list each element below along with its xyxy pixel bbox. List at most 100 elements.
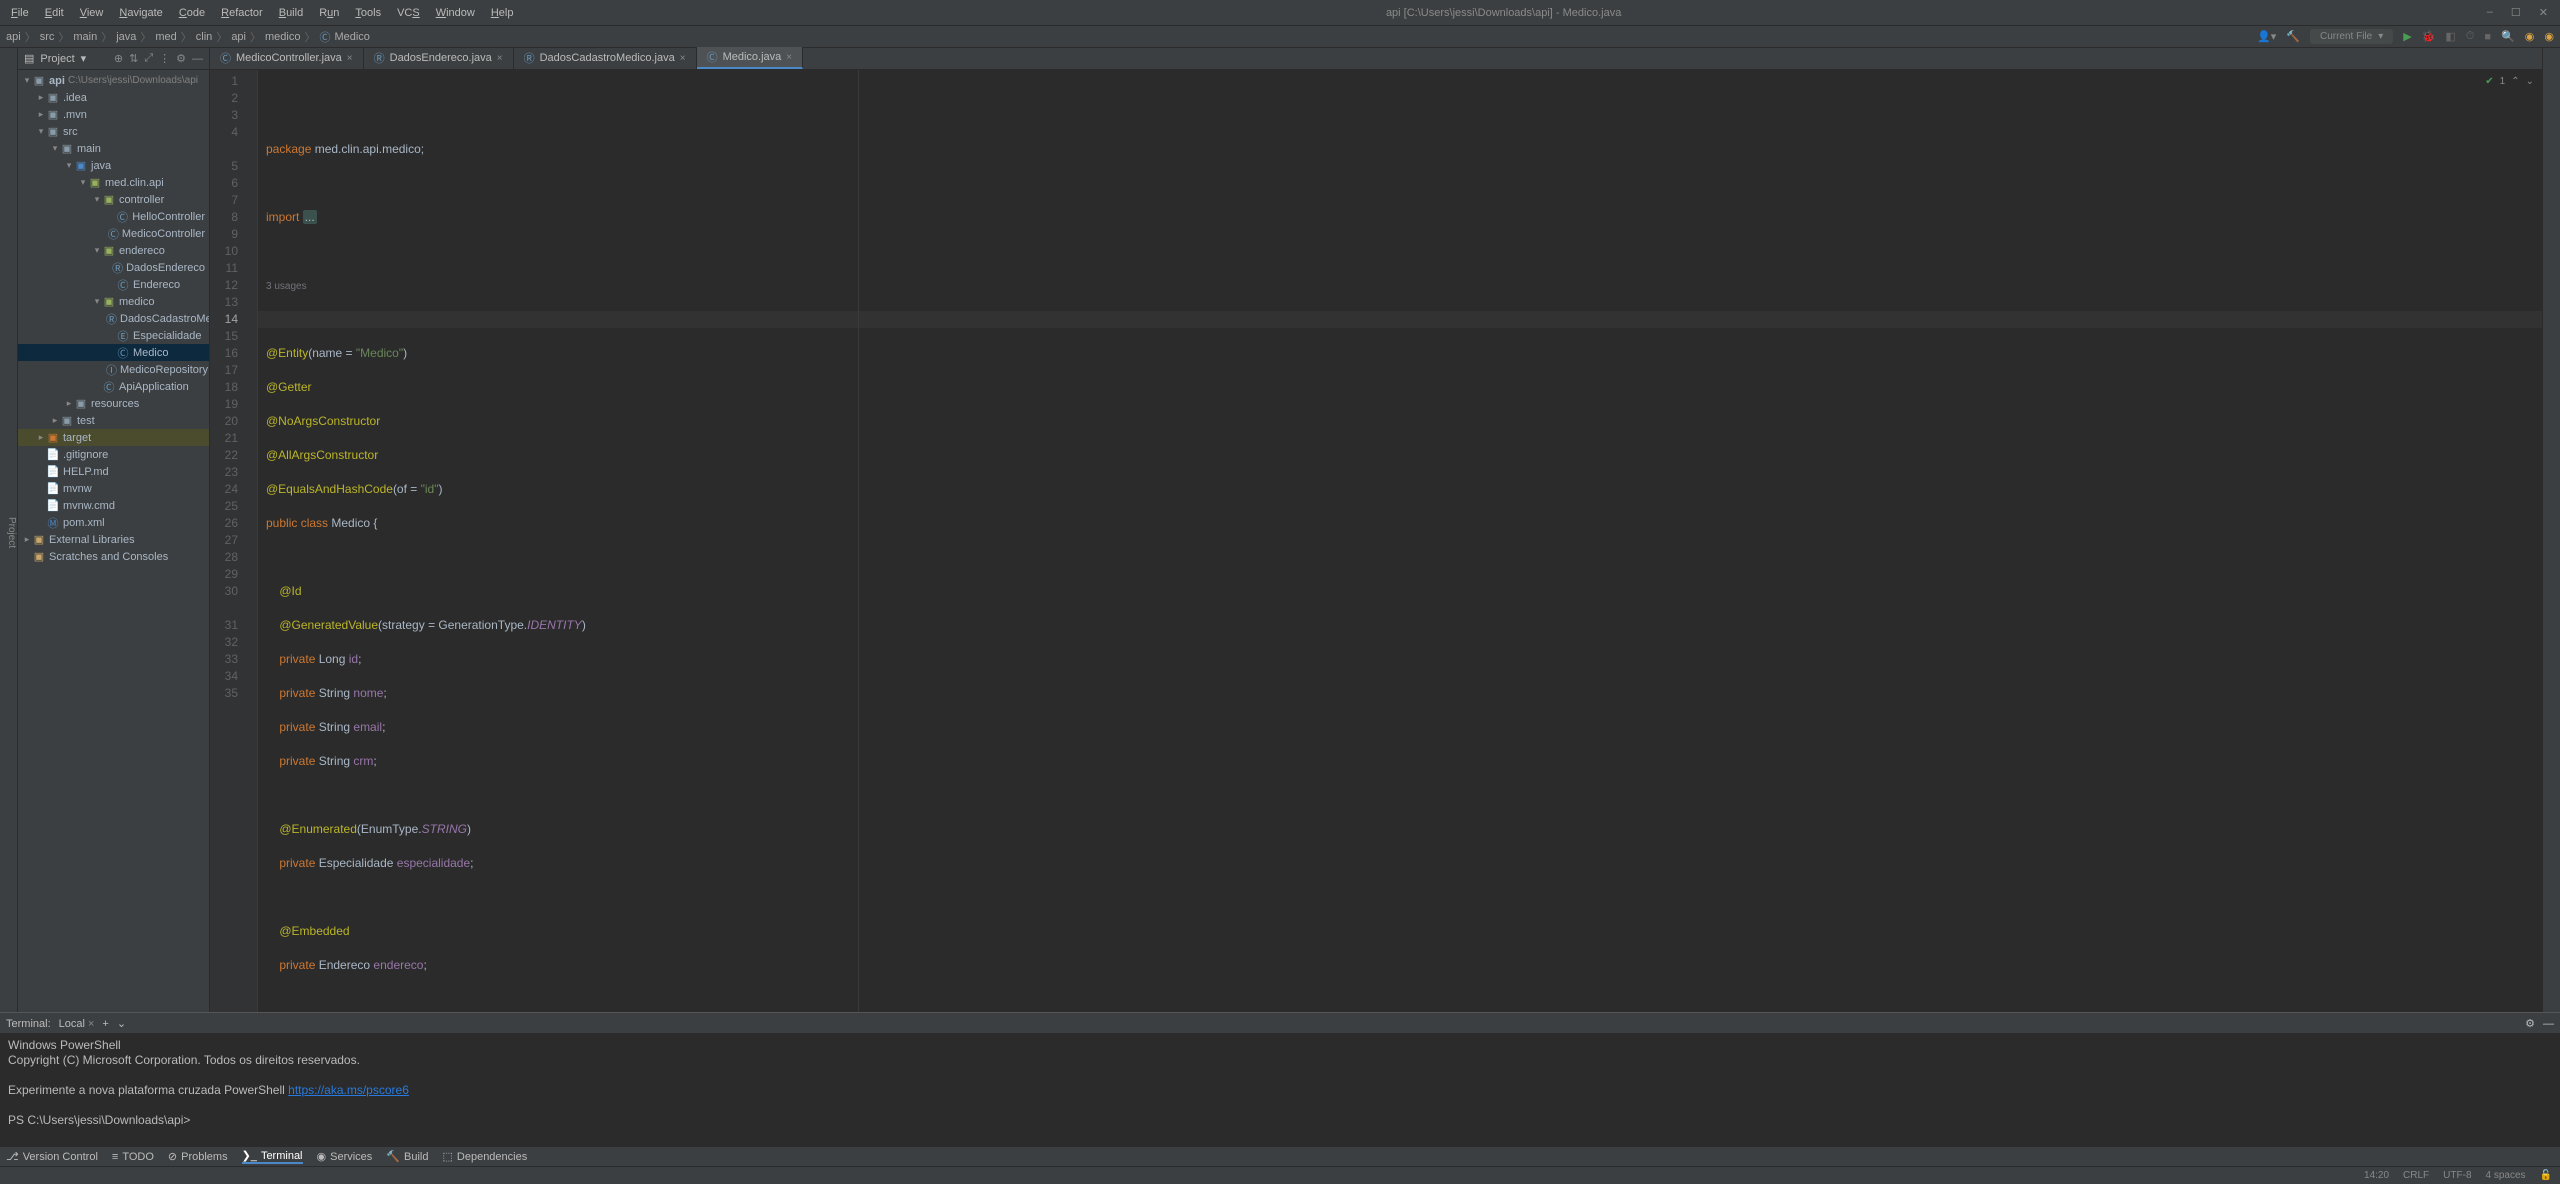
tree-node[interactable]: ▾▣main [18,140,209,157]
tree-node[interactable]: ▾▣src [18,123,209,140]
tree-node[interactable]: ⓇDadosEndereco [18,259,209,276]
collapse-icon[interactable]: ⤢ [144,52,153,65]
tree-node[interactable]: ▸▣.idea [18,89,209,106]
tree-node[interactable]: 📄mvnw.cmd [18,497,209,514]
tree-node[interactable]: ⒾMedicoRepository [18,361,209,378]
options-icon[interactable]: ⋮ [159,52,170,65]
terminal-hide-icon[interactable]: — [2543,1018,2554,1030]
tree-node[interactable]: ▾▣controller [18,191,209,208]
profile-icon[interactable]: ⏱ [2466,30,2475,43]
caret-position[interactable]: 14:20 [2364,1170,2389,1181]
tab[interactable]: ⓇDadosEndereco.java× [364,47,514,69]
tool-terminal[interactable]: ❯_Terminal [242,1149,303,1164]
tool-dependencies[interactable]: ⬚Dependencies [442,1150,527,1163]
minimize-button[interactable]: – [2487,6,2493,19]
menu-file[interactable]: File [4,4,36,22]
lock-icon[interactable]: 🔓 [2540,1170,2552,1181]
crumb[interactable]: java [116,31,136,43]
stop-icon[interactable]: ■ [2484,31,2491,43]
indent[interactable]: 4 spaces [2486,1170,2526,1181]
tree-node[interactable]: ▸▣target [18,429,209,446]
tool-services[interactable]: ◉Services [317,1150,373,1163]
debug-icon[interactable]: 🐞 [2422,30,2436,43]
maximize-button[interactable]: ☐ [2511,6,2521,19]
crumb[interactable]: clin [196,31,213,43]
close-icon[interactable]: × [347,53,353,64]
tree-node[interactable]: 📄.gitignore [18,446,209,463]
menu-code[interactable]: Code [172,4,212,22]
user-icon[interactable]: 👤▾ [2257,30,2276,43]
tree-node[interactable]: ⒸApiApplication [18,378,209,395]
project-tree[interactable]: ▾▣api C:\Users\jessi\Downloads\api ▸▣.id… [18,70,209,1012]
close-icon[interactable]: × [786,52,792,63]
tab-active[interactable]: ⒸMedico.java× [697,47,804,69]
menu-view[interactable]: View [73,4,111,22]
breadcrumb[interactable]: api〉 src〉 main〉 java〉 med〉 clin〉 api〉 me… [6,29,370,45]
menu-vcs[interactable]: VCS [390,4,427,22]
tree-node[interactable]: ▾▣med.clin.api [18,174,209,191]
tree-node[interactable]: ▾▣java [18,157,209,174]
menu-navigate[interactable]: Navigate [112,4,169,22]
crumb[interactable]: src [40,31,55,43]
run-config-selector[interactable]: Current File▾ [2310,29,2393,44]
crumb[interactable]: Medico [334,31,369,43]
search-icon[interactable]: 🔍 [2501,30,2515,43]
tree-node[interactable]: Ⓜpom.xml [18,514,209,531]
project-tool-button[interactable]: Project [0,48,18,1012]
tree-node[interactable]: ⒸHelloController [18,208,209,225]
locate-icon[interactable]: ⊕ [114,52,123,65]
notifications-icon[interactable]: ◉ [2544,30,2554,43]
tree-node[interactable]: ⒸMedicoController [18,225,209,242]
source-text[interactable]: ✔1⌃⌄ package med.clin.api.medico; import… [258,70,2542,1012]
tree-node[interactable]: ▾▣endereco [18,242,209,259]
crumb[interactable]: api [6,31,21,43]
tool-build[interactable]: 🔨Build [386,1150,428,1163]
menu-tools[interactable]: Tools [348,4,388,22]
terminal-settings-icon[interactable]: ⚙ [2525,1017,2535,1030]
tree-node[interactable]: 📄HELP.md [18,463,209,480]
tree-node[interactable]: ▸▣External Libraries [18,531,209,548]
tree-node[interactable]: ▣Scratches and Consoles [18,548,209,565]
tool-problems[interactable]: ⊘Problems [168,1150,228,1163]
tree-node[interactable]: ⒸEndereco [18,276,209,293]
menu-edit[interactable]: Edit [38,4,71,22]
build-icon[interactable]: 🔨 [2286,30,2300,43]
menu-refactor[interactable]: Refactor [214,4,270,22]
code-editor[interactable]: 1234 56789101112131415161718192021222324… [210,70,2542,1012]
tree-node[interactable]: ▸▣.mvn [18,106,209,123]
crumb[interactable]: main [73,31,97,43]
run-icon[interactable]: ▶ [2403,30,2411,43]
inspection-widget[interactable]: ✔1⌃⌄ [2485,73,2534,90]
terminal-link[interactable]: https://aka.ms/pscore6 [288,1083,409,1097]
crumb[interactable]: medico [265,31,300,43]
tool-todo[interactable]: ≡TODO [112,1151,154,1163]
crumb[interactable]: med [155,31,176,43]
tree-root[interactable]: ▾▣api C:\Users\jessi\Downloads\api [18,72,209,89]
tree-node[interactable]: ▾▣medico [18,293,209,310]
tree-node-selected[interactable]: ⒸMedico [18,344,209,361]
close-button[interactable]: ✕ [2539,6,2548,19]
encoding[interactable]: UTF-8 [2443,1170,2471,1181]
tree-node[interactable]: 📄mvnw [18,480,209,497]
menu-help[interactable]: Help [484,4,521,22]
close-icon[interactable]: × [680,53,686,64]
hide-icon[interactable]: — [192,53,203,65]
terminal-tab[interactable]: Local × [59,1018,95,1030]
menu-window[interactable]: Window [429,4,482,22]
menu-build[interactable]: Build [272,4,310,22]
expand-icon[interactable]: ⇅ [129,52,138,65]
menu-run[interactable]: Run [312,4,346,22]
close-icon[interactable]: × [497,53,503,64]
line-sep[interactable]: CRLF [2403,1170,2429,1181]
tab[interactable]: ⒸMedicoController.java× [210,47,364,69]
coverage-icon[interactable]: ◧ [2445,30,2455,43]
settings-icon[interactable]: ⚙ [176,52,186,65]
terminal-output[interactable]: Windows PowerShell Copyright (C) Microso… [0,1034,2560,1146]
terminal-dropdown-icon[interactable]: ⌄ [117,1017,126,1030]
tree-node[interactable]: ⒺEspecialidade [18,327,209,344]
tree-node[interactable]: ▸▣test [18,412,209,429]
tree-node[interactable]: ▸▣resources [18,395,209,412]
settings-icon[interactable]: ◉ [2525,30,2535,43]
tree-node[interactable]: ⓇDadosCadastroMedico [18,310,209,327]
crumb[interactable]: api [231,31,246,43]
